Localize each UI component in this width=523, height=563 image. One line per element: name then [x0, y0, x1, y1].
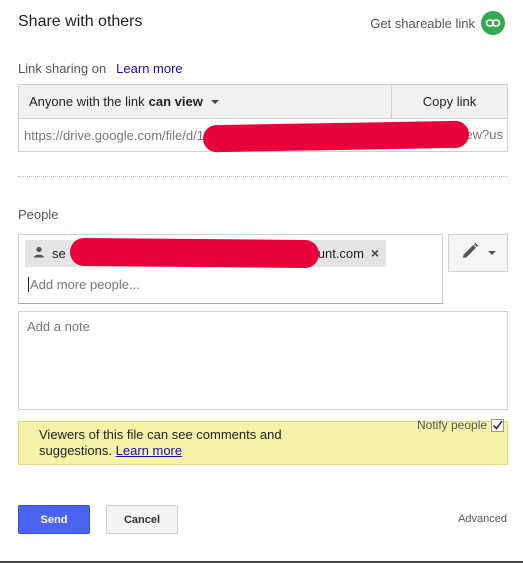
chevron-down-icon: [210, 99, 219, 104]
cancel-button[interactable]: Cancel: [106, 505, 178, 534]
person-icon: [33, 246, 45, 261]
remove-recipient-icon[interactable]: ×: [371, 245, 379, 261]
copy-link-button[interactable]: Copy link: [391, 85, 507, 118]
info-text-block: Viewers of this file can see comments an…: [39, 427, 309, 459]
link-icon: [481, 11, 505, 35]
share-url-end: ew?us: [465, 127, 503, 142]
note-textarea[interactable]: Add a note: [18, 311, 508, 410]
advanced-link[interactable]: Advanced: [458, 513, 507, 525]
email-redaction-mark: [69, 237, 320, 269]
add-people-input[interactable]: Add more people...: [28, 277, 140, 292]
link-sharing-label: Link sharing on: [18, 61, 107, 76]
dialog-title: Share with others: [18, 13, 143, 30]
pencil-icon: [460, 241, 480, 266]
link-access-level: can view: [148, 94, 203, 109]
notify-people-label: Notify people: [417, 418, 488, 432]
url-redaction-mark: [202, 120, 470, 153]
get-shareable-link-button[interactable]: Get shareable link: [370, 11, 505, 35]
shareable-link-label: Get shareable link: [370, 15, 475, 31]
link-sharing-row: Link sharing on Learn more: [18, 61, 183, 76]
link-access-dropdown[interactable]: Anyone with the link can view: [19, 85, 391, 118]
recipient-email-start: se: [52, 246, 66, 261]
link-access-prefix: Anyone with the link: [29, 94, 145, 109]
share-url-start: https://drive.google.com/file/d/1: [24, 127, 204, 143]
chevron-down-icon: [488, 251, 496, 255]
recipient-email-end: unt.com: [317, 246, 364, 261]
send-button[interactable]: Send: [18, 505, 90, 534]
link-access-bar: Anyone with the link can view Copy link: [18, 84, 508, 119]
checkmark-icon: [492, 420, 503, 430]
info-learn-more[interactable]: Learn more: [116, 443, 182, 458]
permission-dropdown[interactable]: [448, 234, 508, 272]
notify-people-checkbox[interactable]: [491, 418, 505, 432]
people-label: People: [18, 207, 59, 222]
section-divider: [18, 176, 508, 177]
link-sharing-learn-more[interactable]: Learn more: [116, 61, 182, 76]
notify-people-option[interactable]: Notify people: [417, 418, 505, 432]
